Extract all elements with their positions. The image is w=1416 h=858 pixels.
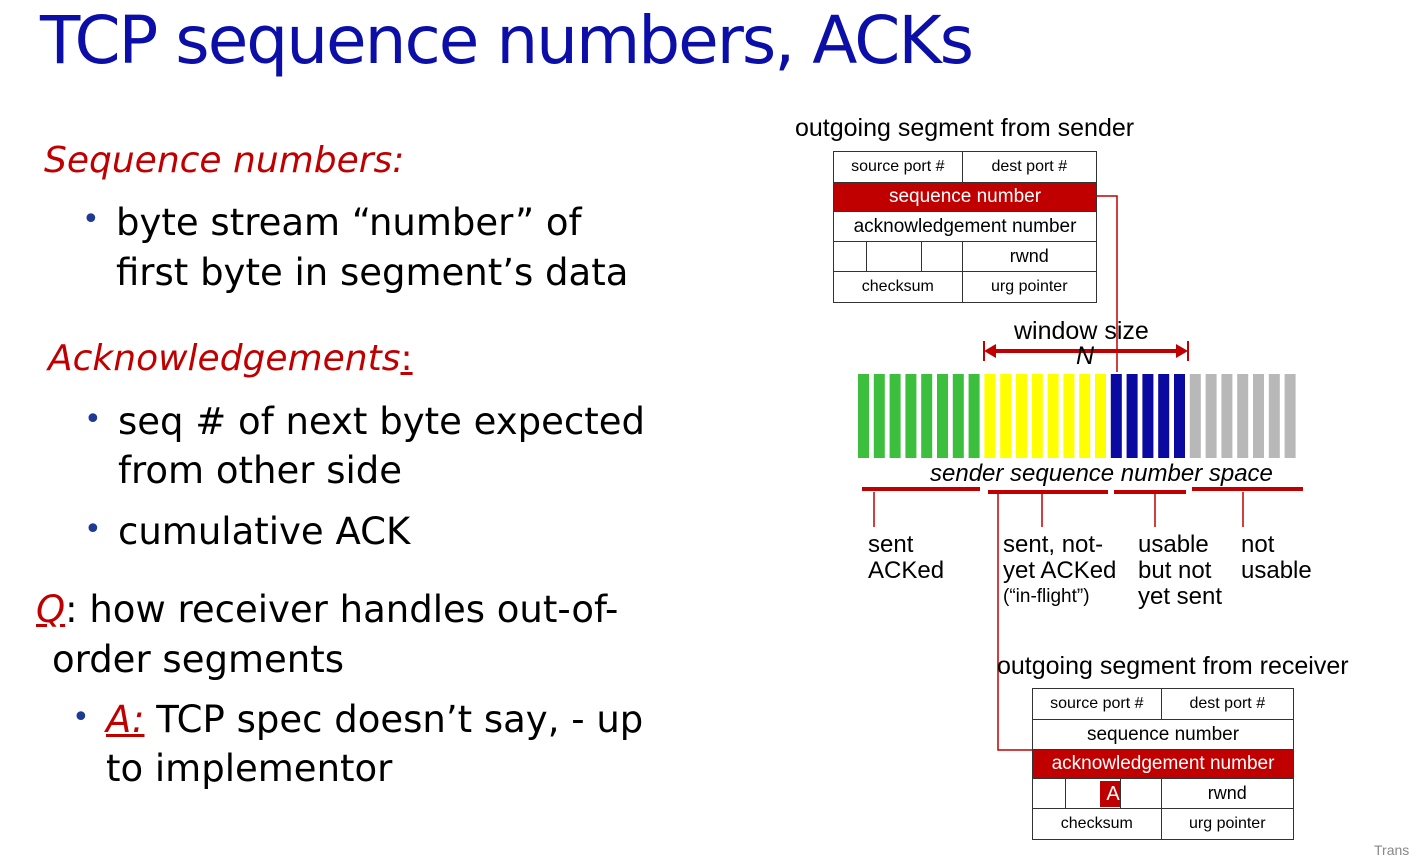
legend-in-flight: sent, not-yet ACKed (“in-flight”) (1003, 531, 1117, 608)
sequence-byte-bar (1284, 374, 1296, 458)
sequence-byte-bar (1016, 374, 1027, 458)
legend-sent-acked: sent ACKed (868, 531, 945, 584)
receiver-segment-caption: outgoing segment from receiver (997, 652, 1349, 680)
sequence-byte-bar (1221, 374, 1233, 458)
checksum-field: checksum (1032, 808, 1162, 840)
sequence-byte-bar (858, 374, 869, 458)
sequence-byte-bar (1126, 374, 1138, 458)
a-flag: A (1099, 780, 1120, 807)
sequence-byte-bar (1253, 374, 1264, 458)
rwnd-field: rwnd (1160, 778, 1295, 809)
sequence-byte-bar (1031, 374, 1043, 458)
legend-usable: usable but not yet sent (1138, 531, 1223, 610)
sequence-byte-bar (1205, 374, 1217, 458)
sequence-bars (858, 374, 1296, 458)
sequence-byte-bar (952, 374, 964, 458)
sequence-byte-bar (1158, 374, 1170, 458)
window-n-label: N (1076, 342, 1095, 370)
flag-cell (1119, 778, 1162, 809)
sequence-byte-bar (905, 374, 917, 458)
sequence-byte-bar (1000, 374, 1012, 458)
sequence-byte-bar (1063, 374, 1075, 458)
sequence-byte-bar (921, 374, 933, 458)
sequence-byte-bar (984, 374, 996, 458)
sequence-byte-bar (1237, 374, 1249, 458)
sequence-byte-bar (1189, 374, 1201, 458)
sequence-byte-bar (1268, 374, 1280, 458)
sequence-byte-bar (1047, 374, 1059, 458)
sequence-byte-bar (937, 374, 948, 458)
sequence-byte-bar (873, 374, 885, 458)
sequence-space-label: sender sequence number space (930, 460, 1273, 487)
sequence-byte-bar (1079, 374, 1091, 458)
sequence-byte-bar (1142, 374, 1154, 458)
sequence-byte-bar (968, 374, 980, 458)
receiver-segment-header: source port # dest port # sequence numbe… (1032, 688, 1295, 840)
source-port-field: source port # (1032, 688, 1162, 720)
footer-cut-text: Trans (1374, 842, 1410, 858)
ack-number-field: acknowledgement number (1032, 749, 1294, 779)
sequence-byte-bar (889, 374, 901, 458)
sequence-byte-bar (1110, 374, 1122, 458)
sequence-byte-bar (1174, 374, 1185, 458)
dest-port-field: dest port # (1160, 688, 1295, 720)
sequence-number-field: sequence number (1032, 719, 1294, 750)
flag-cell (1032, 778, 1066, 809)
legend-not-usable: not usable (1241, 531, 1312, 584)
urg-pointer-field: urg pointer (1160, 808, 1295, 840)
flag-cell: A (1064, 778, 1121, 809)
sequence-byte-bar (1095, 374, 1106, 458)
